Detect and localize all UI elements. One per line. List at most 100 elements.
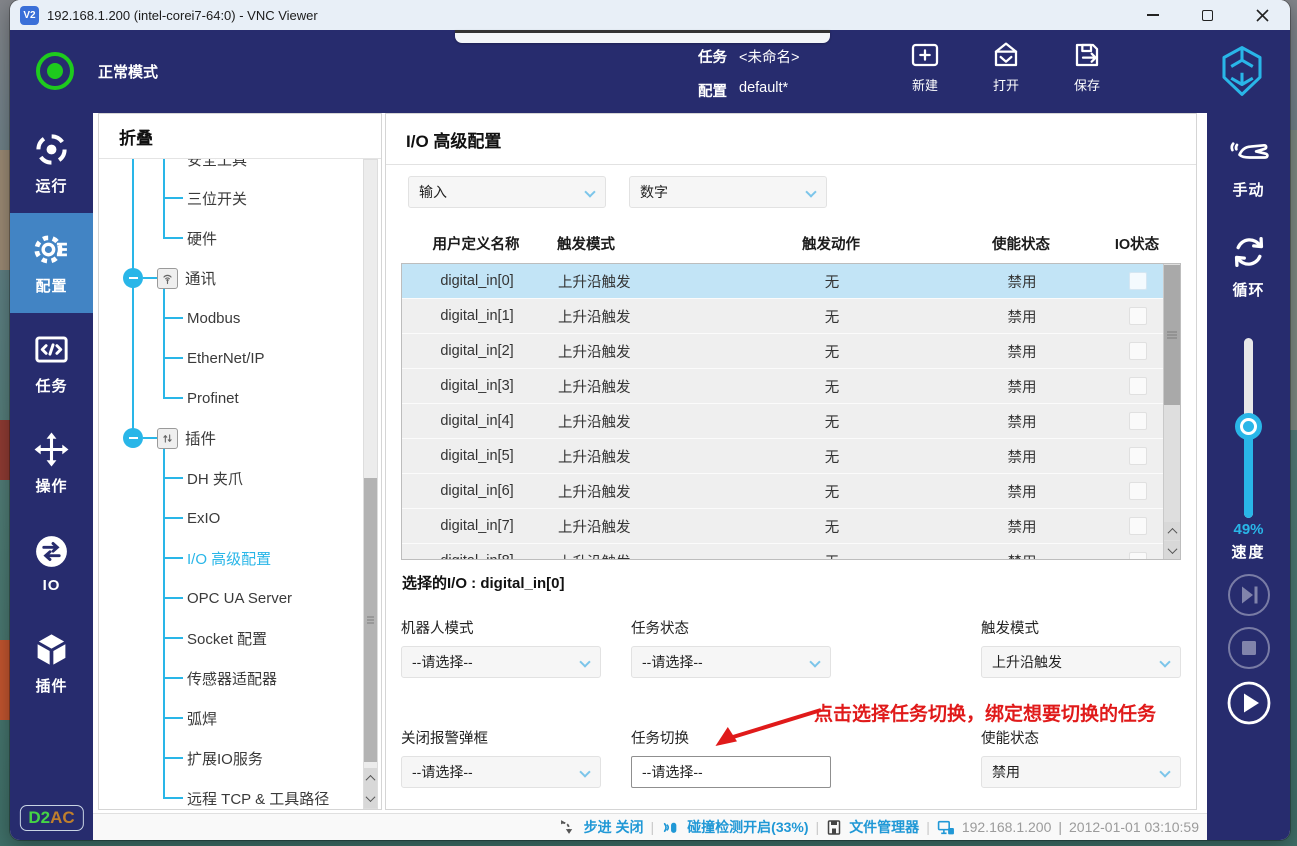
open-button[interactable]: 打开 bbox=[982, 39, 1030, 94]
manual-mode-button[interactable]: 手动 bbox=[1207, 135, 1290, 200]
tree-item-6[interactable]: Profinet bbox=[99, 378, 361, 418]
tree-item-5[interactable]: EtherNet/IP bbox=[99, 338, 361, 378]
io-state-checkbox[interactable] bbox=[1129, 377, 1147, 395]
minimize-icon bbox=[1146, 14, 1159, 16]
trigger-action-cell: 无 bbox=[824, 274, 840, 291]
task-name: <未命名> bbox=[739, 50, 800, 66]
tree-item-1[interactable]: 三位开关 bbox=[99, 178, 361, 218]
sidebar-item-jog[interactable]: 操作 bbox=[10, 413, 93, 513]
stop-button[interactable] bbox=[1227, 626, 1271, 670]
tree-item-11[interactable]: OPC UA Server bbox=[99, 578, 361, 618]
tree-scrollbar[interactable] bbox=[363, 159, 378, 809]
table-scroll-up-button[interactable] bbox=[1164, 522, 1180, 540]
collapse-header[interactable]: 折叠 bbox=[99, 114, 381, 159]
chevron-down-icon bbox=[579, 766, 591, 778]
table-row-1[interactable]: digital_in[1] 上升沿触发 无 禁用 bbox=[402, 299, 1180, 334]
tree-item-3[interactable]: 通讯 bbox=[99, 258, 361, 298]
network-icon bbox=[937, 820, 954, 834]
collision-detect-status[interactable]: 碰撞检测开启(33%) bbox=[687, 817, 808, 837]
task-state-select[interactable]: --请选择-- bbox=[631, 646, 831, 678]
speed-slider-knob[interactable] bbox=[1235, 413, 1262, 440]
tree-item-12[interactable]: Socket 配置 bbox=[99, 618, 361, 658]
robot-mode-select[interactable]: --请选择-- bbox=[401, 646, 601, 678]
table-scrollbar[interactable] bbox=[1163, 264, 1180, 559]
table-row-7[interactable]: digital_in[7] 上升沿触发 无 禁用 bbox=[402, 509, 1180, 544]
step-forward-button[interactable] bbox=[1227, 573, 1271, 617]
enable-state-cell: 禁用 bbox=[1007, 274, 1037, 291]
table-row-4[interactable]: digital_in[4] 上升沿触发 无 禁用 bbox=[402, 404, 1180, 439]
tree-item-label: DH 夹爪 bbox=[187, 470, 243, 488]
window-titlebar[interactable]: V2 192.168.1.200 (intel-corei7-64:0) - V… bbox=[10, 0, 1290, 30]
sidebar-item-task[interactable]: 任务 bbox=[10, 313, 93, 413]
tree-item-2[interactable]: 硬件 bbox=[99, 218, 361, 258]
tree-scrollbar-thumb[interactable] bbox=[364, 478, 377, 762]
file-manager-link[interactable]: 文件管理器 bbox=[849, 817, 919, 837]
table-row-2[interactable]: digital_in[2] 上升沿触发 无 禁用 bbox=[402, 334, 1180, 369]
io-advanced-config-panel: I/O 高级配置 输入 数字 用户定义名称 触发模式 触发动作 使能状态 IO状… bbox=[385, 113, 1197, 810]
table-scrollbar-thumb[interactable] bbox=[1164, 265, 1180, 405]
io-state-checkbox[interactable] bbox=[1129, 482, 1147, 500]
new-button[interactable]: 新建 bbox=[901, 39, 949, 94]
desktop-wallpaper-strip bbox=[0, 640, 10, 720]
play-button[interactable] bbox=[1227, 681, 1271, 725]
tree-item-label: ExIO bbox=[187, 509, 221, 527]
sidebar-item-run[interactable]: 运行 bbox=[10, 113, 93, 213]
trigger-mode-select[interactable]: 上升沿触发 bbox=[981, 646, 1181, 678]
tree-item-14[interactable]: 弧焊 bbox=[99, 698, 361, 738]
close-alarm-select[interactable]: --请选择-- bbox=[401, 756, 601, 788]
trigger-action-cell: 无 bbox=[824, 519, 840, 536]
loop-mode-button[interactable]: 循环 bbox=[1207, 231, 1290, 300]
page-title: I/O 高级配置 bbox=[386, 114, 1196, 165]
collapse-toggle-icon[interactable] bbox=[123, 428, 143, 448]
save-button[interactable]: 保存 bbox=[1063, 39, 1111, 94]
tree-item-15[interactable]: 扩展IO服务 bbox=[99, 738, 361, 778]
io-state-checkbox[interactable] bbox=[1129, 517, 1147, 535]
io-state-checkbox[interactable] bbox=[1129, 307, 1147, 325]
vnc-toolbar-tab[interactable] bbox=[455, 30, 830, 43]
tree-item-8[interactable]: DH 夹爪 bbox=[99, 458, 361, 498]
tree-item-label: 硬件 bbox=[187, 230, 218, 248]
step-mode-status[interactable]: 步进 关闭 bbox=[584, 817, 644, 837]
io-state-checkbox[interactable] bbox=[1129, 552, 1147, 559]
tree-item-10[interactable]: I/O 高级配置 bbox=[99, 538, 361, 578]
io-state-checkbox[interactable] bbox=[1129, 412, 1147, 430]
tree-scroll-up-button[interactable] bbox=[364, 768, 377, 788]
table-scroll-down-button[interactable] bbox=[1164, 541, 1180, 559]
sidebar-item-io[interactable]: IO bbox=[10, 513, 93, 613]
chevron-down-icon bbox=[1167, 543, 1177, 554]
maximize-button[interactable] bbox=[1180, 0, 1235, 30]
tree-item-0[interactable]: 安全工具 bbox=[99, 159, 361, 178]
tree-item-13[interactable]: 传感器适配器 bbox=[99, 658, 361, 698]
sidebar-item-config[interactable]: 配置 bbox=[10, 213, 93, 313]
tree-item-label: OPC UA Server bbox=[187, 589, 293, 607]
trigger-mode-cell: 上升沿触发 bbox=[552, 551, 732, 560]
io-state-checkbox[interactable] bbox=[1129, 272, 1147, 290]
close-button[interactable] bbox=[1235, 0, 1290, 30]
table-row-0[interactable]: digital_in[0] 上升沿触发 无 禁用 bbox=[402, 264, 1180, 299]
task-switch-select[interactable]: --请选择-- bbox=[631, 756, 831, 788]
table-row-5[interactable]: digital_in[5] 上升沿触发 无 禁用 bbox=[402, 439, 1180, 474]
table-row-6[interactable]: digital_in[6] 上升沿触发 无 禁用 bbox=[402, 474, 1180, 509]
io-direction-select[interactable]: 输入 bbox=[408, 176, 606, 208]
minimize-button[interactable] bbox=[1125, 0, 1180, 30]
io-state-checkbox[interactable] bbox=[1129, 342, 1147, 360]
trigger-mode-cell: 上升沿触发 bbox=[558, 449, 631, 466]
tree-item-16[interactable]: 远程 TCP & 工具路径 bbox=[99, 778, 361, 809]
io-type-select[interactable]: 数字 bbox=[629, 176, 827, 208]
tree-item-4[interactable]: Modbus bbox=[99, 298, 361, 338]
collapse-toggle-icon[interactable] bbox=[123, 268, 143, 288]
enable-state-cell: 禁用 bbox=[1007, 414, 1037, 431]
trigger-action-cell: 无 bbox=[824, 414, 840, 431]
enable-state-select[interactable]: 禁用 bbox=[981, 756, 1181, 788]
chevron-down-icon bbox=[579, 656, 591, 668]
tree-item-9[interactable]: ExIO bbox=[99, 498, 361, 538]
table-row-8[interactable]: digital_in[8]上升沿触发无禁用 bbox=[402, 544, 1180, 560]
tree-scroll-down-button[interactable] bbox=[364, 788, 377, 808]
maximize-icon bbox=[1202, 9, 1213, 21]
trigger-mode-cell: 上升沿触发 bbox=[558, 519, 631, 536]
jog-icon bbox=[34, 432, 69, 466]
tree-item-7[interactable]: 插件 bbox=[99, 418, 361, 458]
io-state-checkbox[interactable] bbox=[1129, 447, 1147, 465]
table-row-3[interactable]: digital_in[3] 上升沿触发 无 禁用 bbox=[402, 369, 1180, 404]
sidebar-item-plugin[interactable]: 插件 bbox=[10, 613, 93, 713]
